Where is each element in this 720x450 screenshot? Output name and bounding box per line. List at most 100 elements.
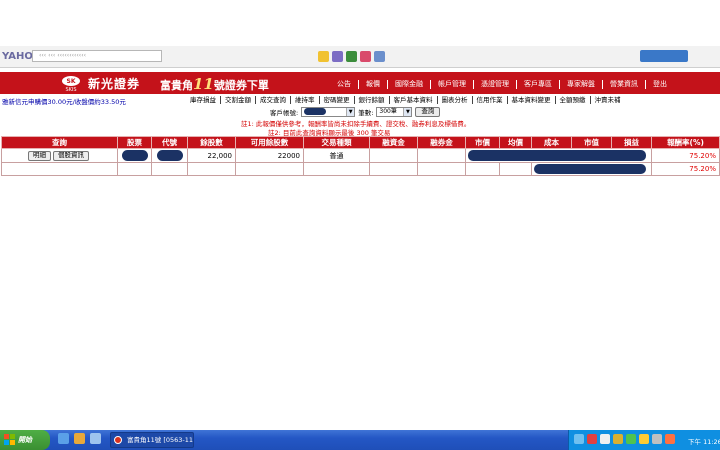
network-icon[interactable] [574, 434, 584, 444]
col-avg-price: 均價 [499, 136, 532, 149]
col-margin-amt: 融資金 [369, 136, 418, 149]
subnav-chart-analysis[interactable]: 圖表分析 [438, 96, 473, 104]
star-icon[interactable] [318, 51, 329, 62]
shield-icon[interactable] [613, 434, 623, 444]
cell-trade-type: 普通 [303, 148, 370, 163]
stock-info-button[interactable]: 個股資訊 [53, 150, 89, 161]
col-market-value: 市值 [571, 136, 612, 149]
ie-icon[interactable] [58, 433, 69, 444]
cell-short-amt [417, 148, 466, 163]
col-return: 報酬率(%) [651, 136, 720, 149]
toolbar-button[interactable] [640, 50, 688, 62]
group-icon[interactable] [346, 51, 357, 62]
table-total-row: 75.20% [1, 162, 720, 176]
cell-available: 22000 [235, 148, 304, 163]
col-stock: 股票 [117, 136, 152, 149]
subnav-settlement[interactable]: 交割金額 [221, 96, 256, 104]
nav-customer-zone[interactable]: 客戶專區 [517, 79, 560, 89]
count-select[interactable]: 300筆 ▼ [376, 107, 413, 117]
col-cost: 成本 [531, 136, 572, 149]
taskbar-window-item[interactable]: 富貴角11號 [0563-11... [110, 432, 194, 448]
total-cell-market-price [465, 162, 500, 176]
cell-query: 明細 個股資訊 [1, 148, 118, 163]
browser-window-icon [114, 436, 122, 444]
cell-redacted-values [465, 148, 652, 163]
clock: 下午 11:26 [688, 438, 720, 446]
cell-return: 75.20% [651, 148, 720, 163]
subnav-prepay[interactable]: 全額預繳 [556, 96, 591, 104]
col-query: 查詢 [1, 136, 118, 149]
col-balance: 餘股數 [187, 136, 236, 149]
total-cell-avg [499, 162, 532, 176]
total-cell-query [1, 162, 118, 176]
toolbar-icons [318, 51, 385, 62]
redacted-code [156, 150, 183, 161]
volume-icon[interactable] [600, 434, 610, 444]
update-icon[interactable] [639, 434, 649, 444]
table-header-row: 查詢 股票 代號 餘股數 可用餘股數 交易種類 融資金 融券金 市價 均價 成本… [1, 136, 720, 149]
nav-account-management[interactable]: 帳戶管理 [431, 79, 474, 89]
toolbar-search-input[interactable]: ‹‹‹ ‹‹‹ ‹‹‹‹‹‹‹‹‹‹‹‹ [32, 50, 162, 62]
windows-flag-icon [4, 434, 15, 445]
subnav-password[interactable]: 密碼變更 [320, 96, 355, 104]
subnav-customer-profile[interactable]: 客戶基本資料 [390, 96, 438, 104]
heart-icon[interactable] [360, 51, 371, 62]
svg-text:SK: SK [67, 78, 76, 85]
col-code: 代號 [151, 136, 188, 149]
media-icon[interactable] [74, 433, 85, 444]
subnav-short-cover[interactable]: 沖賣未補 [591, 96, 625, 104]
redacted-totals [534, 164, 646, 174]
nav-certificate[interactable]: 憑證管理 [474, 79, 517, 89]
account-label: 客戶帳號: [270, 109, 299, 117]
col-short-amt: 融券金 [417, 136, 466, 149]
chevron-down-icon: ▼ [403, 108, 412, 116]
screen: YAHOO! ‹‹‹ ‹‹‹ ‹‹‹‹‹‹‹‹‹‹‹‹ SK SKIS 新光證券… [0, 0, 720, 450]
subnav-profile-change[interactable]: 基本資料變更 [508, 96, 556, 104]
antivirus-icon[interactable] [587, 434, 597, 444]
start-label: 開始 [18, 436, 32, 444]
subnav-trades[interactable]: 成交查詢 [256, 96, 291, 104]
col-market-price: 市價 [465, 136, 500, 149]
detail-button[interactable]: 明細 [28, 150, 51, 161]
subnav-credit[interactable]: 信用作業 [473, 96, 508, 104]
redacted-values [468, 150, 646, 161]
nav-international[interactable]: 國際金融 [388, 79, 431, 89]
nav-logout[interactable]: 登出 [646, 80, 674, 89]
browser-toolbar: YAHOO! ‹‹‹ ‹‹‹ ‹‹‹‹‹‹‹‹‹‹‹‹ [0, 46, 720, 68]
chat-icon[interactable] [626, 434, 636, 444]
total-cell-margin [369, 162, 418, 176]
news-icon[interactable] [374, 51, 385, 62]
quick-launch [58, 433, 101, 444]
redacted-stock [121, 150, 148, 161]
ime-icon[interactable] [665, 434, 675, 444]
desktop-icon[interactable] [90, 433, 101, 444]
chevron-down-icon: ▼ [346, 108, 355, 116]
slogan-number: 11 [193, 75, 214, 93]
count-label: 筆數: [358, 109, 374, 117]
mail-icon[interactable] [332, 51, 343, 62]
nav-business-info[interactable]: 營業資訊 [603, 79, 646, 89]
top-nav: 公告 報價 國際金融 帳戶管理 憑證管理 客戶專區 專家解盤 營業資訊 登出 [330, 78, 674, 90]
nav-quote[interactable]: 報價 [359, 79, 388, 89]
slogan-suffix: 號證券下單 [213, 79, 269, 92]
cell-stock [117, 148, 152, 163]
query-button[interactable]: 查詢 [415, 107, 441, 117]
subnav-inventory-pnl[interactable]: 庫存損益 [186, 96, 221, 104]
printer-icon[interactable] [652, 434, 662, 444]
subnav-bank-balance[interactable]: 銀行餘額 [355, 96, 390, 104]
cell-margin-amt [369, 148, 418, 163]
col-available: 可用餘股數 [235, 136, 304, 149]
total-cell-trade-type [303, 162, 370, 176]
account-select[interactable]: ▼ [301, 107, 356, 117]
nav-expert[interactable]: 專家解盤 [560, 79, 603, 89]
count-value: 300筆 [379, 108, 397, 115]
subnav-maintenance[interactable]: 維持率 [291, 96, 320, 104]
total-cell-stock [117, 162, 152, 176]
sub-nav: 庫存損益 交割金額 成交查詢 維持率 密碼變更 銀行餘額 客戶基本資料 圖表分析… [186, 96, 625, 104]
brand-slogan: 富貴角11號證券下單 [160, 75, 269, 93]
account-query-row: 客戶帳號: ▼ 筆數: 300筆 ▼ 查詢 [270, 107, 441, 117]
marquee-ticker[interactable]: 雅新信元申購價30.00元/收盤價約33.50元 [2, 96, 126, 106]
nav-announcement[interactable]: 公告 [330, 79, 359, 89]
total-cell-balance [187, 162, 236, 176]
slogan-prefix: 富貴角 [160, 79, 193, 92]
